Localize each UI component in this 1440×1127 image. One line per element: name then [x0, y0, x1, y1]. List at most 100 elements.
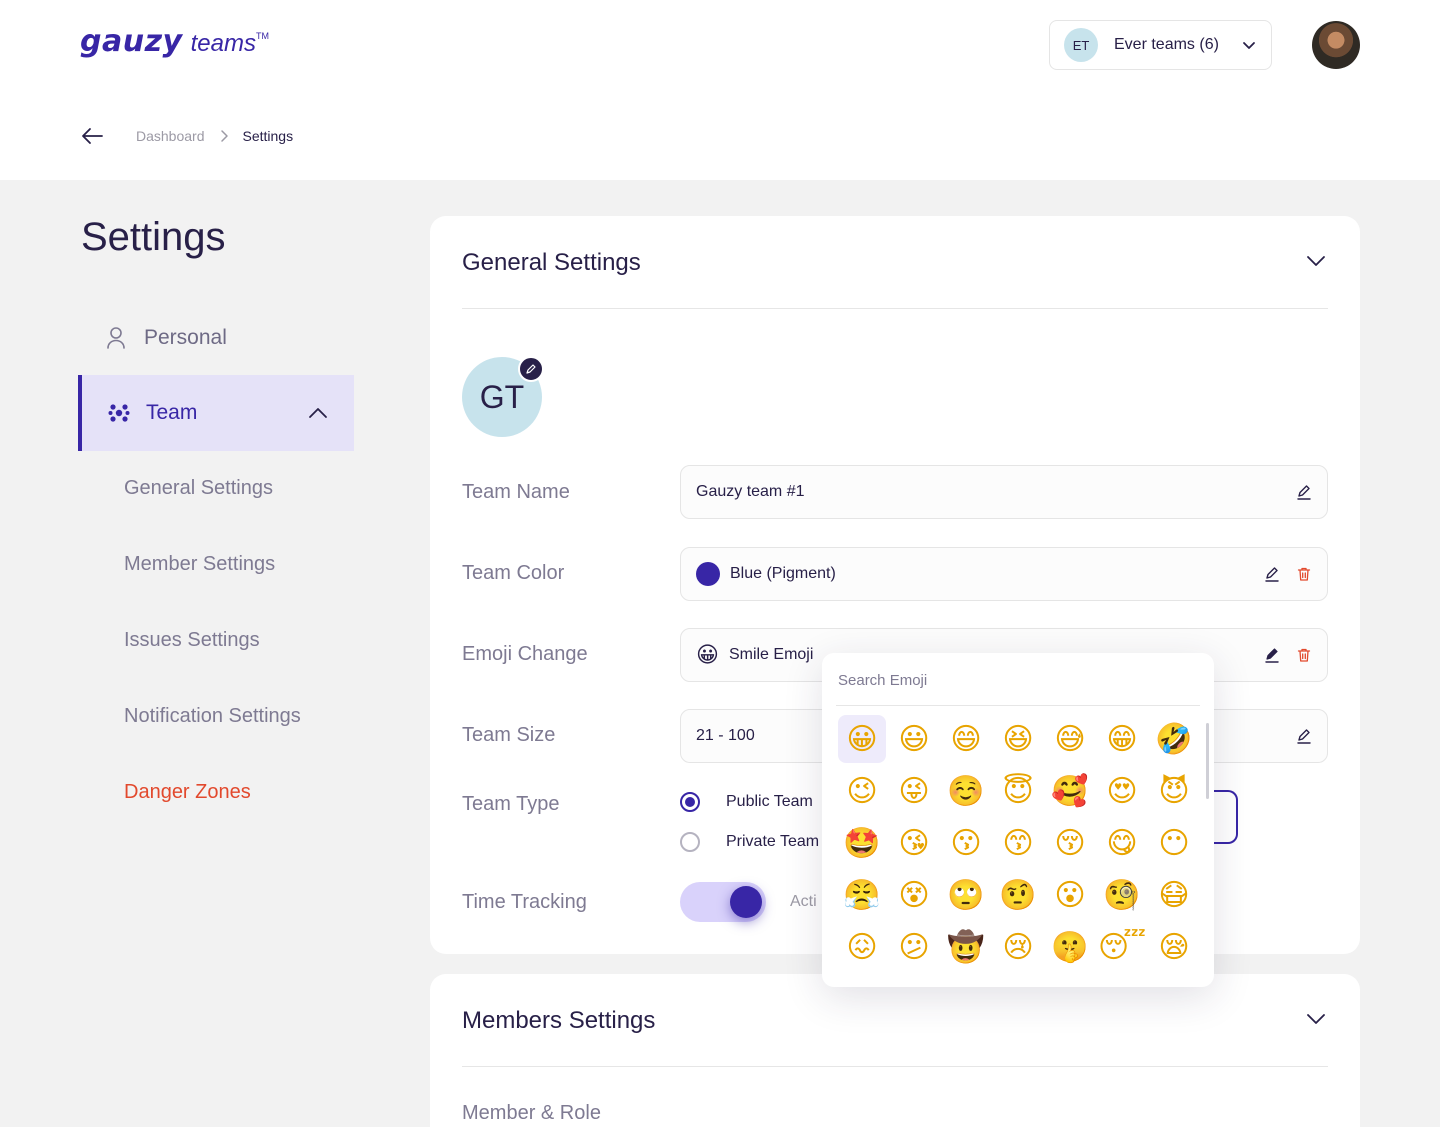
chevron-right-icon [220, 130, 228, 142]
chevron-down-icon[interactable] [1306, 1013, 1326, 1025]
avatar-edit-button[interactable] [518, 356, 544, 382]
team-type-label: Team Type [462, 793, 560, 815]
emoji-option[interactable]: 😶 [1150, 819, 1198, 867]
emoji-option[interactable]: 😉 [838, 767, 886, 815]
team-color-value: Blue (Pigment) [730, 565, 836, 582]
emoji-option[interactable]: 😀 [838, 715, 886, 763]
emoji-option[interactable]: 😁 [1098, 715, 1146, 763]
emoji-option[interactable]: 🤩 [838, 819, 886, 867]
emoji-option[interactable]: ☺️ [942, 767, 990, 815]
emoji-option[interactable]: 😚 [1046, 819, 1094, 867]
general-settings-title: General Settings [462, 249, 641, 276]
app-logo[interactable]: gauzy teams TM [80, 24, 269, 59]
emoji-option[interactable]: 😍 [1098, 767, 1146, 815]
emoji-option[interactable]: 😴 [1098, 923, 1146, 971]
team-name-label: Team Name [462, 481, 570, 503]
toggle-knob [730, 886, 762, 918]
emoji-option[interactable]: 🤫 [1046, 923, 1094, 971]
emoji-option[interactable]: 😗 [942, 819, 990, 867]
team-name-field[interactable]: Gauzy team #1 [680, 465, 1328, 519]
trash-icon[interactable] [1296, 566, 1312, 582]
radio-button[interactable] [680, 832, 700, 852]
sidebar-item-label: Team [146, 401, 198, 424]
chevron-down-icon [1243, 42, 1255, 49]
edit-icon[interactable] [1296, 484, 1312, 500]
sidebar-sub-issues[interactable]: Issues Settings [124, 629, 260, 652]
back-arrow-icon[interactable] [80, 126, 104, 146]
emoji-option[interactable]: 😄 [942, 715, 990, 763]
team-badge: ET [1064, 28, 1098, 62]
breadcrumb-dashboard[interactable]: Dashboard [136, 128, 205, 144]
emoji-option[interactable]: 😤 [838, 871, 886, 919]
members-settings-title: Members Settings [462, 1007, 656, 1034]
divider [462, 308, 1328, 309]
team-selector[interactable]: ET Ever teams (6) [1049, 20, 1272, 70]
edit-icon[interactable] [1264, 647, 1280, 663]
emoji-option[interactable]: 😵 [890, 871, 938, 919]
logo-trademark: TM [255, 31, 269, 41]
trash-icon[interactable] [1296, 647, 1312, 663]
emoji-option[interactable]: 🤠 [942, 923, 990, 971]
emoji-option[interactable]: 😮 [1046, 871, 1094, 919]
team-selector-label: Ever teams (6) [1114, 36, 1219, 53]
emoji-option[interactable]: 🙄 [942, 871, 990, 919]
color-swatch [696, 562, 720, 586]
logo-sub-text: teams [190, 30, 256, 57]
emoji-option[interactable]: 😷 [1150, 871, 1198, 919]
team-name-value: Gauzy team #1 [696, 483, 805, 500]
emoji-search-input[interactable]: Search Emoji [838, 672, 927, 689]
logo-main-text: gauzy [80, 24, 183, 59]
sidebar-item-personal[interactable]: Personal [78, 300, 354, 376]
emoji-change-label: Emoji Change [462, 643, 588, 665]
breadcrumb-bar: Dashboard Settings [0, 90, 1440, 180]
divider [462, 1066, 1328, 1067]
team-size-value: 21 - 100 [696, 727, 755, 744]
edit-icon[interactable] [1264, 566, 1280, 582]
scrollbar[interactable] [1206, 723, 1209, 799]
emoji-value: Smile Emoji [728, 646, 814, 663]
sidebar-item-label: Personal [144, 326, 227, 349]
emoji-option[interactable]: 😘 [890, 819, 938, 867]
user-avatar[interactable] [1312, 21, 1360, 69]
radio-label: Private Team [726, 833, 820, 850]
sidebar-item-team[interactable]: Team [78, 375, 354, 451]
radio-public-team[interactable]: Public Team [680, 792, 813, 812]
emoji-option[interactable]: 😕 [890, 923, 938, 971]
edit-icon[interactable] [1296, 728, 1312, 744]
breadcrumb: Dashboard Settings [136, 128, 293, 144]
radio-private-team[interactable]: Private Team [680, 832, 819, 852]
emoji-option[interactable]: 🤨 [994, 871, 1042, 919]
time-tracking-state: Acti [790, 893, 817, 910]
emoji-option[interactable]: 😇 [994, 767, 1042, 815]
emoji-option[interactable]: 😆 [994, 715, 1042, 763]
emoji-option[interactable]: 😃 [890, 715, 938, 763]
emoji-option[interactable]: 🤣 [1150, 715, 1198, 763]
emoji-option[interactable]: 😅 [1046, 715, 1094, 763]
emoji-option[interactable]: 🥰 [1046, 767, 1094, 815]
radio-label: Public Team [726, 793, 813, 810]
sidebar-sub-general[interactable]: General Settings [124, 477, 273, 500]
emoji-option[interactable]: 😢 [994, 923, 1042, 971]
sidebar-sub-notification[interactable]: Notification Settings [124, 705, 301, 728]
team-color-field[interactable]: Blue (Pigment) [680, 547, 1328, 601]
user-icon [107, 327, 125, 349]
emoji-option[interactable]: 🧐 [1098, 871, 1146, 919]
divider [836, 705, 1200, 706]
emoji-option[interactable]: 😈 [1150, 767, 1198, 815]
breadcrumb-settings: Settings [242, 128, 294, 144]
chevron-up-icon [309, 408, 327, 418]
members-settings-card: Members Settings Member & Role [430, 974, 1360, 1127]
team-icon [108, 404, 130, 422]
emoji-option[interactable]: 😪 [1150, 923, 1198, 971]
sidebar-sub-member[interactable]: Member Settings [124, 553, 275, 576]
emoji-option[interactable]: 😋 [1098, 819, 1146, 867]
emoji-option[interactable]: 😜 [890, 767, 938, 815]
chevron-down-icon[interactable] [1306, 255, 1326, 267]
member-role-label: Member & Role [462, 1102, 601, 1124]
time-tracking-toggle[interactable] [680, 882, 766, 922]
sidebar-sub-danger[interactable]: Danger Zones [124, 781, 251, 804]
emoji-option[interactable]: 😙 [994, 819, 1042, 867]
radio-button[interactable] [680, 792, 700, 812]
top-header: gauzy teams TM ET Ever teams (6) [0, 0, 1440, 90]
emoji-option[interactable]: 😖 [838, 923, 886, 971]
